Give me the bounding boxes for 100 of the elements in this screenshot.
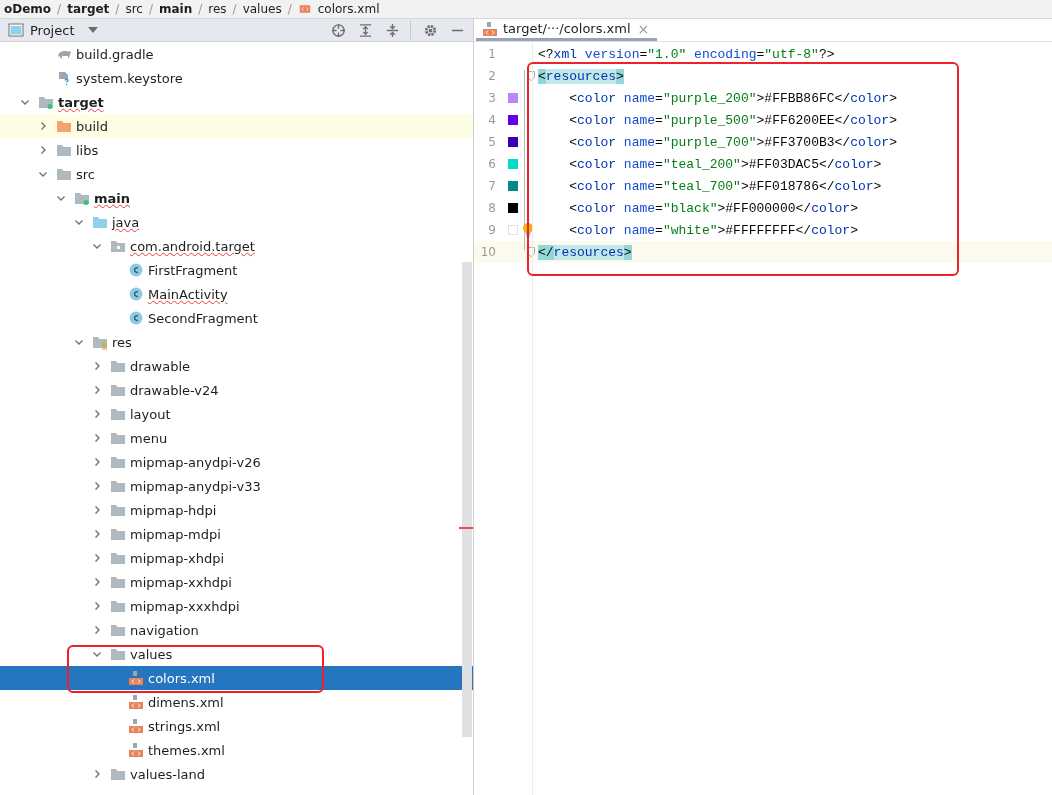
fold-marker-icon[interactable] bbox=[527, 71, 535, 81]
collapse-all-icon[interactable] bbox=[385, 22, 400, 38]
chevron-down-icon[interactable] bbox=[56, 193, 66, 203]
panel-title[interactable]: Project bbox=[30, 22, 75, 38]
chevron-right-icon[interactable] bbox=[92, 601, 102, 611]
tree-item[interactable]: layout bbox=[130, 406, 171, 422]
chevron-right-icon[interactable] bbox=[92, 769, 102, 779]
tree-item[interactable]: mipmap-anydpi-v33 bbox=[130, 478, 261, 494]
tree-item[interactable]: mipmap-mdpi bbox=[130, 526, 221, 542]
tree-item[interactable]: drawable bbox=[130, 358, 191, 374]
color-swatch[interactable] bbox=[508, 115, 518, 125]
color-swatch[interactable] bbox=[508, 203, 518, 213]
tree-item[interactable]: strings.xml bbox=[148, 718, 221, 734]
breadcrumb-item[interactable]: res bbox=[208, 2, 227, 16]
tree-item[interactable]: values-land bbox=[130, 766, 206, 782]
breadcrumb-separator: / bbox=[287, 2, 292, 16]
breadcrumb-item[interactable]: src bbox=[125, 2, 143, 16]
breadcrumb-item[interactable]: values bbox=[242, 2, 282, 16]
chevron-right-icon[interactable] bbox=[92, 457, 102, 467]
chevron-right-icon[interactable] bbox=[92, 625, 102, 635]
tree-item[interactable]: system.keystore bbox=[76, 70, 183, 86]
breadcrumb-item[interactable]: colors.xml bbox=[317, 2, 380, 16]
folder-icon bbox=[110, 550, 126, 566]
settings-icon[interactable] bbox=[423, 22, 438, 38]
color-swatch[interactable] bbox=[508, 181, 518, 191]
folder-icon bbox=[92, 214, 108, 230]
chevron-down-icon[interactable] bbox=[38, 169, 48, 179]
dropdown-caret-icon[interactable] bbox=[88, 27, 99, 33]
tree-item[interactable]: build.gradle bbox=[76, 46, 154, 62]
chevron-down-icon[interactable] bbox=[92, 649, 102, 659]
tree-item[interactable]: com.android.target bbox=[130, 238, 255, 254]
line-number: 3 bbox=[487, 91, 496, 105]
expand-all-icon[interactable] bbox=[358, 22, 373, 38]
fold-marker-icon[interactable] bbox=[527, 247, 535, 257]
chevron-right-icon[interactable] bbox=[92, 433, 102, 443]
breadcrumb-separator: / bbox=[148, 2, 153, 16]
breadcrumb-separator: / bbox=[57, 2, 62, 16]
chevron-right-icon[interactable] bbox=[92, 505, 102, 515]
tree-item[interactable]: themes.xml bbox=[148, 742, 225, 758]
tree-item[interactable]: mipmap-anydpi-v26 bbox=[130, 454, 261, 470]
crosshair-icon[interactable] bbox=[331, 22, 346, 38]
breadcrumb-item[interactable]: main bbox=[159, 2, 193, 16]
tree-item[interactable]: SecondFragment bbox=[148, 310, 258, 326]
unknown-file-icon bbox=[56, 70, 72, 86]
color-swatch[interactable] bbox=[508, 93, 518, 103]
breadcrumb-item[interactable]: target bbox=[67, 2, 110, 16]
tree-item[interactable]: build bbox=[76, 118, 108, 134]
chevron-right-icon[interactable] bbox=[92, 529, 102, 539]
code-line: <color name="black">#FF000000</color> bbox=[568, 200, 858, 216]
tree-item[interactable]: menu bbox=[130, 430, 168, 446]
tree-item[interactable]: colors.xml bbox=[148, 670, 215, 686]
tree-item[interactable]: src bbox=[76, 166, 95, 182]
tree-item[interactable]: libs bbox=[76, 142, 99, 158]
tree-item[interactable]: values bbox=[130, 646, 173, 662]
tree-item[interactable]: FirstFragment bbox=[148, 262, 238, 278]
tree-item[interactable]: main bbox=[94, 190, 131, 206]
editor-tab[interactable]: target/···/colors.xml × bbox=[476, 19, 658, 41]
tree-item[interactable]: res bbox=[112, 334, 132, 350]
chevron-right-icon[interactable] bbox=[92, 577, 102, 587]
breadcrumb-item[interactable]: oDemo bbox=[4, 2, 52, 16]
tree-item[interactable]: dimens.xml bbox=[148, 694, 224, 710]
line-number: 9 bbox=[487, 223, 496, 237]
scrollbar-thumb[interactable] bbox=[462, 262, 472, 737]
tree-item[interactable]: mipmap-hdpi bbox=[130, 502, 217, 518]
tree-item[interactable]: mipmap-xhdpi bbox=[130, 550, 225, 566]
chevron-right-icon[interactable] bbox=[92, 553, 102, 563]
chevron-down-icon[interactable] bbox=[74, 337, 84, 347]
code-line: <color name="purple_500">#FF6200EE</color> bbox=[568, 112, 897, 128]
chevron-right-icon[interactable] bbox=[92, 385, 102, 395]
breadcrumb-separator: / bbox=[198, 2, 203, 16]
tree-item[interactable]: mipmap-xxxhdpi bbox=[130, 598, 240, 614]
tree-item[interactable]: target bbox=[58, 94, 104, 110]
line-number: 4 bbox=[487, 113, 496, 127]
chevron-right-icon[interactable] bbox=[92, 409, 102, 419]
code-line: <color name="teal_700">#FF018786</color> bbox=[568, 178, 882, 194]
folder-icon bbox=[110, 238, 126, 254]
code-line: <resources> bbox=[538, 68, 624, 84]
panel-icon bbox=[8, 22, 24, 38]
chevron-down-icon[interactable] bbox=[74, 217, 84, 227]
tree-item[interactable]: drawable-v24 bbox=[130, 382, 219, 398]
tree-item[interactable]: MainActivity bbox=[148, 286, 228, 302]
chevron-down-icon[interactable] bbox=[92, 241, 102, 251]
chevron-right-icon[interactable] bbox=[92, 361, 102, 371]
lightbulb-icon[interactable] bbox=[522, 222, 534, 238]
tree-item[interactable]: mipmap-xxhdpi bbox=[130, 574, 232, 590]
line-number: 6 bbox=[487, 157, 496, 171]
folder-icon bbox=[56, 142, 72, 158]
chevron-right-icon[interactable] bbox=[38, 145, 48, 155]
chevron-down-icon[interactable] bbox=[20, 97, 30, 107]
chevron-right-icon[interactable] bbox=[38, 121, 48, 131]
xml-file-icon bbox=[128, 670, 144, 686]
folder-icon bbox=[110, 646, 126, 662]
xml-file-icon bbox=[482, 20, 498, 37]
chevron-right-icon[interactable] bbox=[92, 481, 102, 491]
folder-icon bbox=[110, 502, 126, 518]
color-swatch[interactable] bbox=[508, 137, 518, 147]
code-line: <?xml version="1.0" encoding="utf-8"?> bbox=[538, 46, 835, 62]
tree-item[interactable]: java bbox=[112, 214, 140, 230]
folder-icon bbox=[110, 574, 126, 590]
tree-item[interactable]: navigation bbox=[130, 622, 199, 638]
